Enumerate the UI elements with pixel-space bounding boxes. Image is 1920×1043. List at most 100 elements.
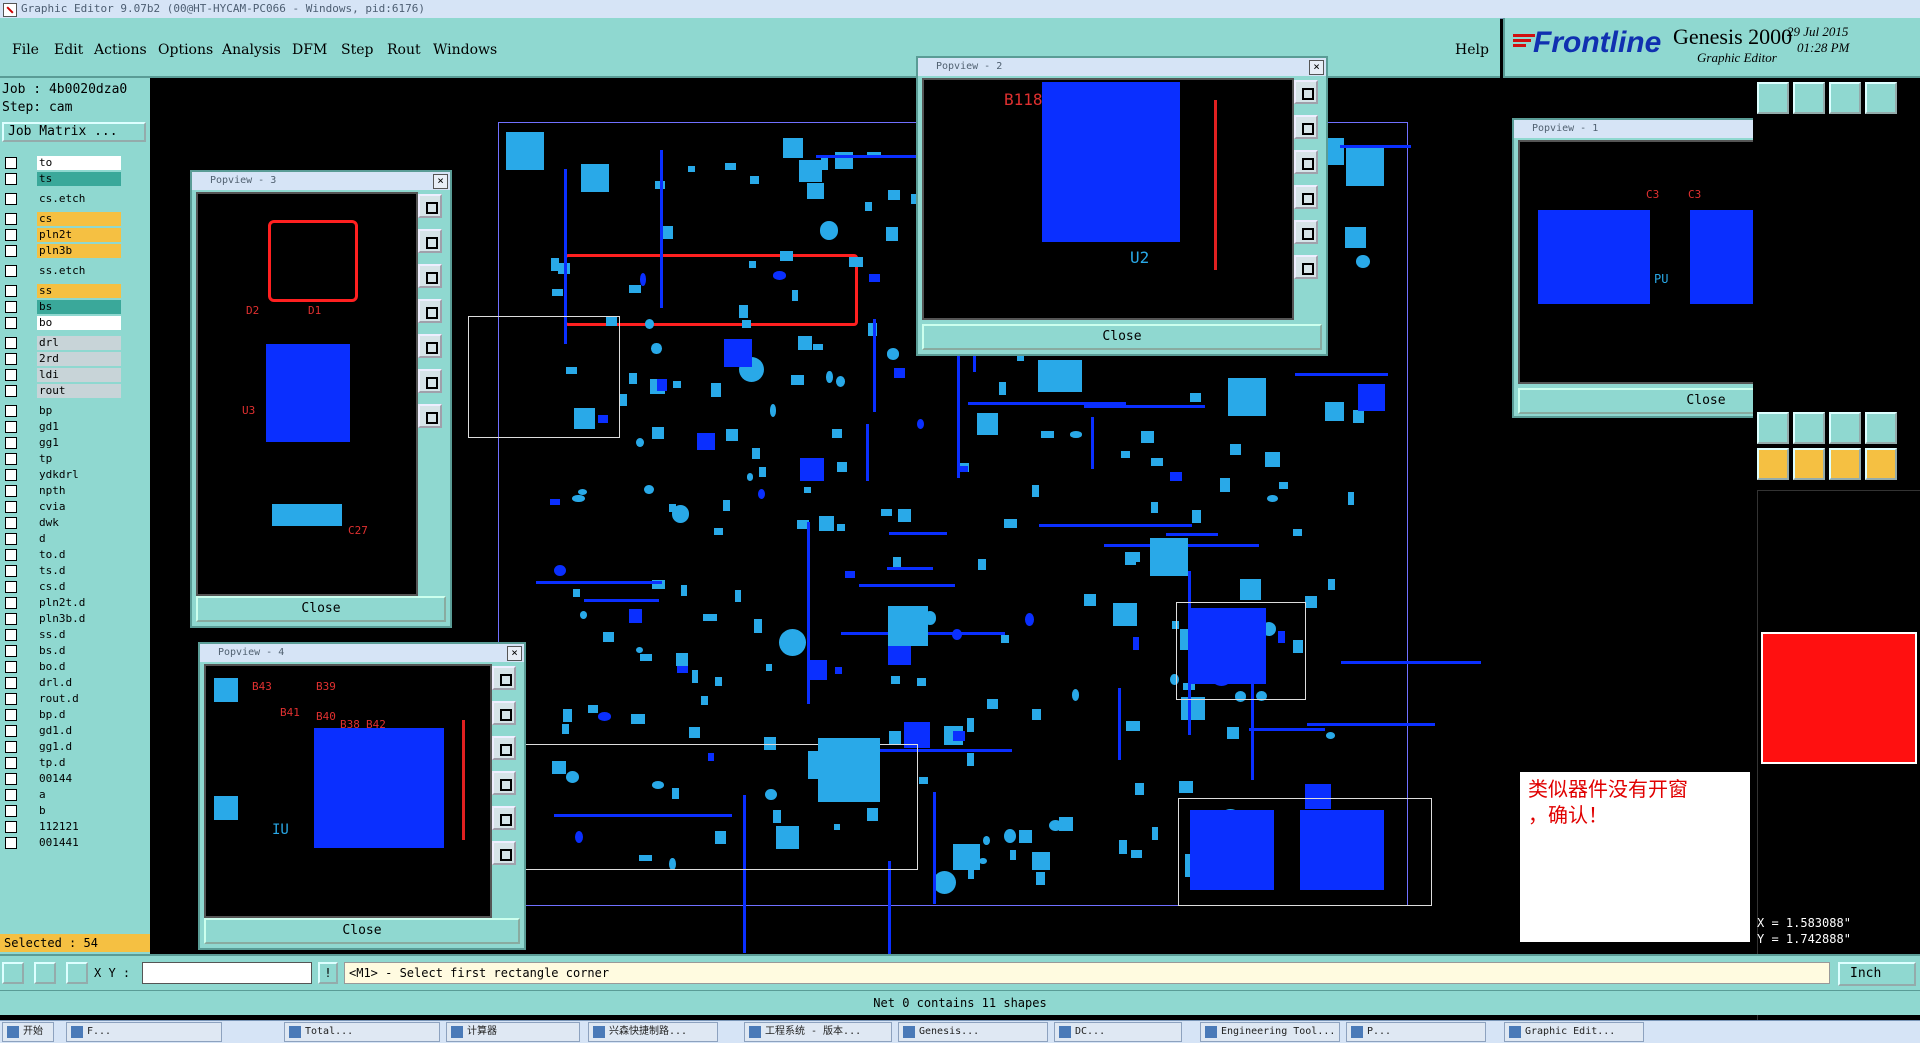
layer-row[interactable]: drl — [3, 336, 121, 350]
layer-checkbox[interactable] — [5, 229, 17, 241]
layer-row[interactable]: bo — [3, 316, 121, 330]
layer-row[interactable]: ydkdrl — [3, 468, 121, 482]
layer-row[interactable]: bs — [3, 300, 121, 314]
layer-row[interactable]: gd1.d — [3, 724, 121, 738]
layer-row[interactable]: cs — [3, 212, 121, 226]
layer-row[interactable]: gd1 — [3, 420, 121, 434]
snap-icon[interactable] — [34, 962, 56, 984]
layer-checkbox[interactable] — [5, 741, 17, 753]
layer-row[interactable]: pln3b — [3, 244, 121, 258]
zoom-in-icon[interactable] — [1294, 80, 1318, 104]
layer-checkbox[interactable] — [5, 245, 17, 257]
zoom-out-icon[interactable] — [1294, 115, 1318, 139]
home-icon[interactable] — [1294, 255, 1318, 279]
layer-row[interactable]: bs.d — [3, 644, 121, 658]
layer-row[interactable]: to.d — [3, 548, 121, 562]
layer-row[interactable]: drl.d — [3, 676, 121, 690]
layer-row[interactable]: gg1.d — [3, 740, 121, 754]
layer-checkbox[interactable] — [5, 565, 17, 577]
layer-checkbox[interactable] — [5, 337, 17, 349]
pointer-icon[interactable] — [1793, 448, 1825, 480]
home-icon[interactable] — [492, 841, 516, 865]
layer-checkbox[interactable] — [5, 265, 17, 277]
tool-copy-icon[interactable] — [1793, 82, 1825, 114]
layer-row[interactable]: cs.d — [3, 580, 121, 594]
zoom-area-icon[interactable] — [1294, 220, 1318, 244]
layer-row[interactable]: pln3b.d — [3, 612, 121, 626]
menu-windows[interactable]: Windows — [433, 42, 497, 58]
popview-4-view[interactable]: B43 B41 B39 B40 B38 B42 IU — [204, 664, 492, 918]
layer-checkbox[interactable] — [5, 385, 17, 397]
layer-row[interactable]: cvia — [3, 500, 121, 514]
layer-row[interactable]: 001441 — [3, 836, 121, 850]
layer-row[interactable]: ts.d — [3, 564, 121, 578]
layer-row[interactable]: bo.d — [3, 660, 121, 674]
layer-row[interactable]: to — [3, 156, 121, 170]
start-button[interactable]: 开始 — [2, 1022, 54, 1042]
layer-checkbox[interactable] — [5, 805, 17, 817]
prompt-icon[interactable]: ! — [318, 962, 338, 984]
layer-row[interactable]: gg1 — [3, 436, 121, 450]
menu-file[interactable]: File — [12, 42, 39, 58]
menu-edit[interactable]: Edit — [54, 42, 83, 58]
xy-input[interactable] — [142, 962, 312, 984]
layer-checkbox[interactable] — [5, 629, 17, 641]
layer-checkbox[interactable] — [5, 173, 17, 185]
layer-row[interactable]: dwk — [3, 516, 121, 530]
job-matrix-button[interactable]: Job Matrix ... — [2, 122, 146, 142]
layer-row[interactable]: pln2t — [3, 228, 121, 242]
pan-icon[interactable] — [492, 736, 516, 760]
refresh-icon[interactable] — [418, 404, 442, 428]
tool-triangle-icon[interactable] — [1757, 412, 1789, 444]
layer-row[interactable]: a — [3, 788, 121, 802]
home-icon[interactable] — [418, 369, 442, 393]
taskbar-item[interactable]: F... — [66, 1022, 222, 1042]
layer-row[interactable]: ss.d — [3, 628, 121, 642]
taskbar-item[interactable]: Engineering Tool... — [1200, 1022, 1340, 1042]
layer-checkbox[interactable] — [5, 725, 17, 737]
taskbar-item[interactable]: Genesis... — [898, 1022, 1048, 1042]
layer-row[interactable]: d — [3, 532, 121, 546]
taskbar-item[interactable]: Graphic Edit... — [1504, 1022, 1644, 1042]
menu-help[interactable]: Help — [1455, 42, 1489, 58]
layer-checkbox[interactable] — [5, 405, 17, 417]
tool-triangle-icon[interactable] — [1793, 412, 1825, 444]
pointer-icon[interactable] — [1865, 448, 1897, 480]
layer-checkbox[interactable] — [5, 645, 17, 657]
layer-checkbox[interactable] — [5, 213, 17, 225]
fit-icon[interactable] — [418, 299, 442, 323]
popview-2-close-button[interactable]: Close — [922, 324, 1322, 350]
fit-icon[interactable] — [492, 771, 516, 795]
layer-checkbox[interactable] — [5, 533, 17, 545]
layer-checkbox[interactable] — [5, 837, 17, 849]
popview-2-view[interactable]: B118 U2 — [922, 78, 1294, 320]
menu-dfm[interactable]: DFM — [292, 42, 327, 58]
taskbar-item[interactable]: 计算器 — [446, 1022, 580, 1042]
layer-checkbox[interactable] — [5, 821, 17, 833]
layer-row[interactable]: b — [3, 804, 121, 818]
layer-row[interactable]: ldi — [3, 368, 121, 382]
layer-checkbox[interactable] — [5, 453, 17, 465]
layer-row[interactable]: tp.d — [3, 756, 121, 770]
zoom-area-icon[interactable] — [492, 806, 516, 830]
layer-row[interactable]: 112121 — [3, 820, 121, 834]
zoom-out-icon[interactable] — [492, 701, 516, 725]
tool-snap-icon[interactable] — [1829, 82, 1861, 114]
layer-checkbox[interactable] — [5, 485, 17, 497]
layer-checkbox[interactable] — [5, 661, 17, 673]
menu-rout[interactable]: Rout — [387, 42, 421, 58]
fit-icon[interactable] — [1294, 185, 1318, 209]
pointer-icon[interactable] — [1757, 448, 1789, 480]
layer-row[interactable]: bp — [3, 404, 121, 418]
mini-map-view-rect[interactable] — [1761, 632, 1917, 764]
tool-grid-icon[interactable] — [1865, 82, 1897, 114]
popview-4-close-button[interactable]: Close — [204, 918, 520, 944]
layer-row[interactable]: tp — [3, 452, 121, 466]
layer-checkbox[interactable] — [5, 157, 17, 169]
menu-analysis[interactable]: Analysis — [222, 42, 281, 58]
layer-checkbox[interactable] — [5, 317, 17, 329]
layer-checkbox[interactable] — [5, 301, 17, 313]
taskbar-item[interactable]: DC... — [1054, 1022, 1182, 1042]
layer-checkbox[interactable] — [5, 501, 17, 513]
layer-checkbox[interactable] — [5, 757, 17, 769]
